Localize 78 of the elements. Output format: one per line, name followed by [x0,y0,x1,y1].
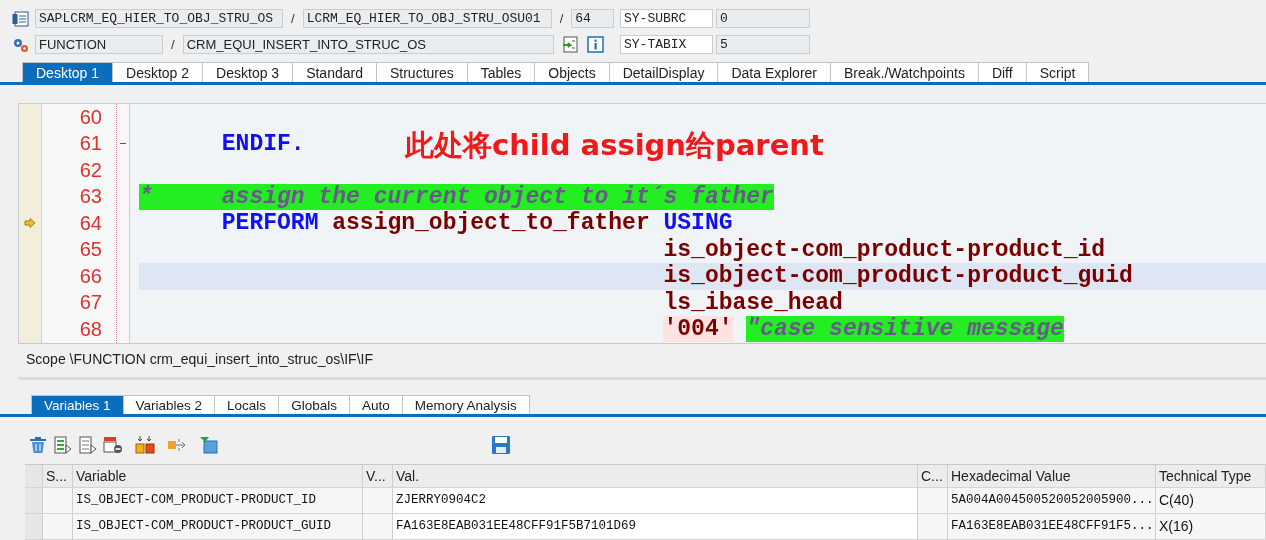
variables-tab[interactable]: Locals [214,394,280,414]
path-separator: / [290,11,296,26]
desktop-tab[interactable]: Desktop 3 [202,62,294,82]
column-header[interactable]: V... [363,465,393,487]
code-identifier: is_object-com_product-product_guid [663,263,1133,290]
desktop-tab[interactable]: DetailDisplay [608,62,719,82]
system-field-name: SY-SUBRC [620,9,713,28]
code-identifier: is_object-com_product-product_id [663,236,1106,263]
table-cell: ZJERRY0904C2 [396,493,486,508]
line-number: 66 [79,264,102,288]
desktop-tab[interactable]: Diff [977,62,1027,82]
code-literal: '004' [663,316,733,343]
line-number: 67 [79,291,102,315]
line-number: 61 [79,132,102,156]
scope-label: Scope \FUNCTION crm_equi_insert_into_struc_os\IF\IF [26,350,374,367]
table-cell: FA163E8EAB031EE48CFF91F5... [951,519,1154,534]
annotation-text: 此处将child assign给parent [405,127,824,164]
column-header[interactable]: S... [43,465,73,487]
table-cell: X(16) [1159,518,1194,535]
desktop-tab[interactable]: Tables [466,62,536,82]
code-keyword: PERFORM [221,210,319,237]
table-cell: IS_OBJECT-COM_PRODUCT-PRODUCT_ID [76,493,317,508]
code-identifier: assign_object_to_father [332,210,650,237]
path-separator: / [558,11,565,26]
line-number: 60 [79,105,102,129]
page-arrow-icon[interactable] [79,435,97,456]
fold-marker[interactable] [120,143,126,145]
desktop-tab[interactable]: Desktop 2 [112,62,204,82]
info-icon[interactable] [586,36,604,53]
variables-tab[interactable]: Variables 1 [31,394,124,414]
desktop-tab[interactable]: Break./Watchpoints [830,62,979,82]
desktop-tab[interactable]: Data Explorer [717,62,831,82]
column-header[interactable]: Hexadecimal Value [948,465,1156,487]
remove-row-icon[interactable] [103,435,123,456]
line-number: 62 [79,158,102,182]
desktop-tab[interactable]: Structures [375,62,468,82]
column-header[interactable]: Variable [73,465,363,487]
document-icon [12,9,30,28]
variables-tab[interactable]: Variables 2 [122,394,216,414]
desktop-tab[interactable]: Script [1025,62,1090,82]
line-field[interactable]: 64 [571,9,615,28]
code-comment: * assign the current object to it´s father [139,183,774,210]
table-cell: IS_OBJECT-COM_PRODUCT-PRODUCT_GUID [76,519,332,534]
line-number: 63 [79,185,102,209]
desktop-tab[interactable]: Objects [534,62,610,82]
code-comment: "case sensitive message [746,316,1064,343]
variables-tab[interactable]: Memory Analysis [401,394,530,414]
path-separator: / [170,37,176,52]
code-keyword: USING [663,210,733,237]
trash-icon[interactable] [28,435,48,456]
line-number: 64 [79,211,102,235]
filter-icon[interactable] [199,435,219,456]
columns-icon[interactable] [135,435,155,456]
event-type-field[interactable]: FUNCTION [35,35,163,54]
column-header[interactable]: Val. [393,465,918,487]
variables-tab[interactable]: Globals [278,394,350,414]
column-header[interactable]: C... [918,465,948,487]
desktop-tab[interactable]: Standard [292,62,377,82]
line-number: 65 [79,238,102,262]
system-field-value: 5 [716,35,810,54]
transfer-icon[interactable] [561,36,579,53]
system-field-name: SY-TABIX [620,35,713,54]
list-arrow-icon[interactable] [54,435,72,456]
current-line-arrow-icon [24,218,36,229]
event-name-field[interactable]: CRM_EQUI_INSERT_INTO_STRUC_OS [182,35,554,54]
system-field-value: 0 [716,9,810,28]
variables-tab[interactable]: Auto [348,394,403,414]
line-number: 68 [79,317,102,341]
code-identifier: ls_ibase_head [663,289,843,316]
include-field[interactable]: LCRM_EQ_HIER_TO_OBJ_STRU_OSU01 [302,9,552,28]
column-header[interactable]: Technical Type [1156,465,1266,487]
program-field[interactable]: SAPLCRM_EQ_HIER_TO_OBJ_STRU_OS [35,9,283,28]
code-keyword: ENDIF. [221,130,305,157]
table-cell: C(40) [1159,492,1194,509]
table-cell: FA163E8EAB031EE48CFF91F5B7101D69 [396,519,637,534]
desktop-tab[interactable]: Desktop 1 [22,62,114,82]
table-cell: 5A004A004500520052005900... [951,493,1154,508]
save-icon[interactable] [491,435,511,456]
